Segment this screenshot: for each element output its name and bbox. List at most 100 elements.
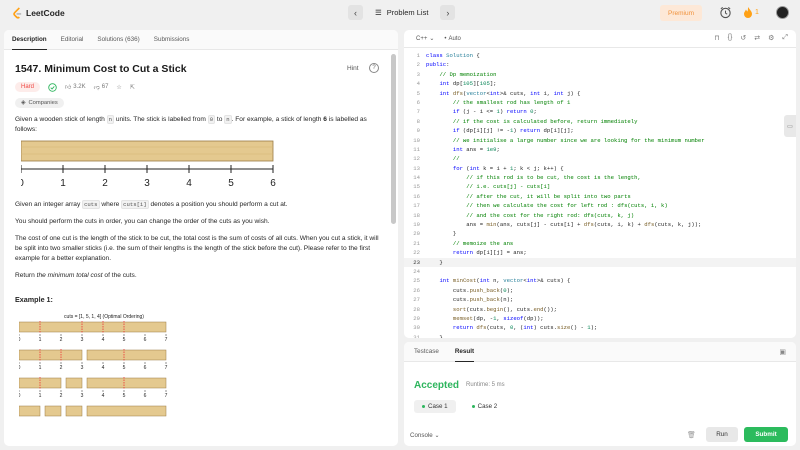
line-number: 24 <box>413 267 420 275</box>
code-line: 30 return dfs(cuts, 0, (int) cuts.size()… <box>404 323 796 332</box>
reset-icon[interactable]: ↺ <box>740 34 746 42</box>
code-text: // then we calculate the cost for left r… <box>466 202 668 210</box>
next-problem-button[interactable]: › <box>440 5 456 20</box>
code-line: 9 if (dp[i][j] != -1) return dp[i][j]; <box>404 126 796 135</box>
code-line: 1 class Solution { <box>404 51 796 60</box>
prev-problem-button[interactable]: ‹ <box>348 5 363 20</box>
line-number: 27 <box>413 296 420 304</box>
sync-icon[interactable]: ⇄ <box>754 34 760 42</box>
line-number: 3 <box>416 70 420 78</box>
stick-illustration: 0 1 2 3 4 5 6 <box>18 140 276 189</box>
tab-testcase[interactable]: Testcase <box>414 342 439 362</box>
code-line: 4 int dp[105][105]; <box>404 79 796 88</box>
line-number: 22 <box>413 249 420 257</box>
code-line: 3 // Dp memoization <box>404 70 796 79</box>
example-tick-label: 5 <box>123 365 126 371</box>
chevron-left-icon: ‹ <box>354 7 357 18</box>
code-text: // the smallest rod has length of 1 <box>452 98 571 106</box>
alarm-clock-icon[interactable] <box>719 6 732 19</box>
companies-tag[interactable]: ◈ Companies <box>15 98 64 108</box>
stick-segment <box>18 405 41 417</box>
braces-icon[interactable]: {} <box>728 34 733 42</box>
run-button[interactable]: Run <box>706 427 738 442</box>
example-tick-label: 3 <box>81 365 84 371</box>
auto-toggle[interactable]: • Auto <box>444 36 460 42</box>
stick-tick-label: 1 <box>60 178 66 189</box>
stick-tick-label: 5 <box>228 178 234 189</box>
settings-icon[interactable]: ⚙ <box>768 34 774 42</box>
result-tabs: Testcase Result <box>404 342 796 362</box>
case-tab-1[interactable]: Case 1 <box>414 400 456 413</box>
code-text: // Dp memoization <box>439 70 497 78</box>
code-editor-panel: C++ ⌄ • Auto ⊓ {} ↺ ⇄ ⚙ ⤢ 1 class Solutio… <box>404 30 796 338</box>
premium-button[interactable]: Premium <box>660 5 702 21</box>
dislike-button[interactable]: 👎︎ 67 <box>94 83 109 91</box>
code-line: 22 return dp[i][j] = ans; <box>404 248 796 257</box>
code-text: public: <box>426 61 450 69</box>
code-text: // if this rod is to be cut, the cost is… <box>466 174 641 182</box>
code-line: 23 } <box>404 257 796 267</box>
line-number: 30 <box>413 324 420 332</box>
example-tick-label: 1 <box>39 393 42 399</box>
stick-tick-label: 3 <box>144 178 150 189</box>
bookmark-icon[interactable]: ⊓ <box>714 34 719 42</box>
code-line: 21 // memoize the ans <box>404 239 796 248</box>
code-line: 27 cuts.push_back(n); <box>404 295 796 304</box>
case-tab-2[interactable]: Case 2 <box>464 400 506 413</box>
star-icon[interactable]: ☆ <box>116 84 121 91</box>
language-select[interactable]: C++ ⌄ <box>416 35 435 43</box>
language-label: C++ <box>416 35 428 42</box>
example-tick-label: 2 <box>60 393 63 399</box>
example-illustration: cuts = [1, 5, 1, 4] (Optimal Ordering) 0… <box>18 314 168 417</box>
line-number: 15 <box>413 183 420 191</box>
leetcode-logo[interactable]: LeetCode <box>12 7 65 19</box>
side-panel-toggle[interactable]: ▭ <box>784 115 796 137</box>
result-status: Accepted <box>414 380 460 391</box>
hint-button[interactable]: Hint <box>347 65 359 72</box>
example-tick-label: 7 <box>165 337 168 343</box>
example-tick-label: 0 <box>19 337 21 343</box>
tab-description[interactable]: Description <box>12 30 47 50</box>
code-line: 11 int ans = 1e9; <box>404 145 796 154</box>
code-line: 19 ans = min(ans, cuts[j] - cuts[i] + df… <box>404 220 796 229</box>
expand-icon[interactable]: ▣ <box>779 348 786 356</box>
top-bar: LeetCode ‹ ☰ Problem List › Premium 1 <box>0 0 800 26</box>
console-toggle[interactable]: Console ⌄ <box>410 432 440 439</box>
code-line: 10 // we initialise a large number since… <box>404 136 796 145</box>
code-area[interactable]: 1 class Solution {2 public: 3 // Dp memoiza… <box>404 51 796 338</box>
line-number: 17 <box>413 202 420 210</box>
description-scrollbar[interactable] <box>391 54 396 224</box>
chevron-down-icon: ⌄ <box>429 36 435 42</box>
text-emphasis: the minimum total cost <box>36 272 103 279</box>
line-number: 16 <box>413 192 420 200</box>
share-icon[interactable]: ⇱ <box>130 84 135 91</box>
description-panel: Description Editorial Solutions (636) Su… <box>4 30 398 446</box>
stick-segment <box>18 321 167 333</box>
code-text: cuts.push_back(0); <box>426 286 514 294</box>
code-text: if (dp[i][j] != -1) return dp[i][j]; <box>452 127 574 135</box>
question-icon[interactable]: ? <box>369 63 379 73</box>
stick-tick-label: 4 <box>186 178 192 189</box>
tab-editorial[interactable]: Editorial <box>61 30 84 50</box>
description-tabs: Description Editorial Solutions (636) Su… <box>4 30 398 50</box>
avatar[interactable] <box>776 6 789 19</box>
tab-solutions[interactable]: Solutions (636) <box>97 30 139 50</box>
code-line: 16 // after the cut, it will be split in… <box>404 192 796 201</box>
dot-icon: • <box>444 35 447 42</box>
tab-result[interactable]: Result <box>454 342 475 362</box>
tab-submissions[interactable]: Submissions <box>154 30 190 50</box>
like-button[interactable]: 👍︎ 3.2K <box>65 83 86 91</box>
trash-icon[interactable]: 🗑︎ <box>687 431 696 439</box>
line-number: 5 <box>416 89 420 97</box>
result-panel: Testcase Result ▣ Accepted Runtime: 5 ms… <box>404 342 796 446</box>
line-number: 31 <box>413 333 420 338</box>
fullscreen-icon[interactable]: ⤢ <box>782 34 788 42</box>
example-tick-label: 6 <box>144 393 147 399</box>
problem-list-button[interactable]: ☰ Problem List <box>367 8 436 17</box>
code-line: 8 // if the cost is calculated before, r… <box>404 117 796 126</box>
streak-counter[interactable]: 1 <box>744 7 759 18</box>
document-icon: ▭ <box>787 123 793 130</box>
solved-check-icon <box>48 82 57 92</box>
submit-button[interactable]: Submit <box>744 427 788 442</box>
like-count: 3.2K <box>73 84 86 90</box>
